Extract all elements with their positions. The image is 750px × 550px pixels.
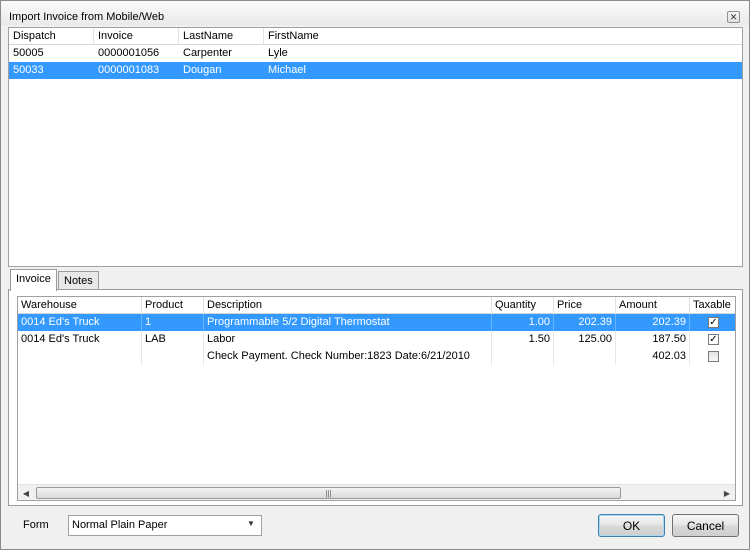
arrow-left-icon: ◀ bbox=[22, 488, 30, 498]
close-icon: ✕ bbox=[729, 11, 738, 22]
column-header-taxable[interactable]: Taxable bbox=[690, 297, 735, 314]
dispatch-list-header: Dispatch Invoice LastName FirstName bbox=[9, 28, 742, 45]
taxable-checkbox[interactable]: ✓ bbox=[708, 334, 719, 345]
window-title: Import Invoice from Mobile/Web bbox=[9, 11, 165, 23]
dispatch-row[interactable]: 50005 0000001056 Carpenter Lyle bbox=[9, 45, 742, 62]
taxable-checkbox[interactable] bbox=[708, 351, 719, 362]
form-label: Form bbox=[23, 519, 49, 531]
title-bar: Import Invoice from Mobile/Web ✕ bbox=[1, 1, 749, 25]
quantity-cell: 1.00 bbox=[492, 314, 554, 331]
quantity-cell bbox=[492, 348, 554, 365]
tab-invoice[interactable]: Invoice bbox=[10, 269, 57, 291]
firstname-cell: Michael bbox=[268, 64, 306, 76]
invoice-line-row[interactable]: Check Payment. Check Number:1823 Date:6/… bbox=[18, 348, 735, 365]
dispatch-cell: 50005 bbox=[13, 47, 44, 59]
amount-cell: 402.03 bbox=[616, 348, 690, 365]
import-invoice-dialog: Import Invoice from Mobile/Web ✕ Dispatc… bbox=[0, 0, 750, 550]
description-cell: Programmable 5/2 Digital Thermostat bbox=[204, 314, 492, 331]
column-header-amount[interactable]: Amount bbox=[616, 297, 690, 314]
invoice-grid-header: Warehouse Product Description Quantity P… bbox=[18, 297, 735, 314]
warehouse-cell: 0014 Ed's Truck bbox=[18, 331, 142, 348]
taxable-checkbox[interactable]: ✓ bbox=[708, 317, 719, 328]
dispatch-cell: 50033 bbox=[13, 64, 44, 76]
price-cell bbox=[554, 348, 616, 365]
description-cell: Check Payment. Check Number:1823 Date:6/… bbox=[204, 348, 492, 365]
column-header-price[interactable]: Price bbox=[554, 297, 616, 314]
warehouse-cell bbox=[18, 348, 142, 365]
column-header-firstname[interactable]: FirstName bbox=[264, 28, 742, 45]
invoice-tab-panel: Warehouse Product Description Quantity P… bbox=[8, 289, 743, 506]
product-cell bbox=[142, 348, 204, 365]
warehouse-cell: 0014 Ed's Truck bbox=[18, 314, 142, 331]
price-cell: 202.39 bbox=[554, 314, 616, 331]
ok-button[interactable]: OK bbox=[598, 514, 665, 537]
tab-notes[interactable]: Notes bbox=[58, 271, 99, 289]
column-header-product[interactable]: Product bbox=[142, 297, 204, 314]
lastname-cell: Dougan bbox=[183, 64, 222, 76]
invoice-line-row-selected[interactable]: 0014 Ed's Truck 1 Programmable 5/2 Digit… bbox=[18, 314, 735, 331]
column-header-invoice[interactable]: Invoice bbox=[94, 28, 179, 45]
firstname-cell: Lyle bbox=[268, 47, 288, 59]
lastname-cell: Carpenter bbox=[183, 47, 232, 59]
scroll-left-button[interactable]: ◀ bbox=[18, 485, 34, 500]
invoice-line-row[interactable]: 0014 Ed's Truck LAB Labor 1.50 125.00 18… bbox=[18, 331, 735, 348]
amount-cell: 202.39 bbox=[616, 314, 690, 331]
column-header-warehouse[interactable]: Warehouse bbox=[18, 297, 142, 314]
column-header-description[interactable]: Description bbox=[204, 297, 492, 314]
arrow-right-icon: ▶ bbox=[723, 488, 731, 498]
chevron-down-icon: ▼ bbox=[247, 519, 255, 528]
product-cell: 1 bbox=[142, 314, 204, 331]
price-cell: 125.00 bbox=[554, 331, 616, 348]
product-cell: LAB bbox=[142, 331, 204, 348]
dispatch-row-selected[interactable]: 50033 0000001083 Dougan Michael bbox=[9, 62, 742, 79]
invoice-line-grid[interactable]: Warehouse Product Description Quantity P… bbox=[17, 296, 736, 501]
cancel-button[interactable]: Cancel bbox=[672, 514, 739, 537]
dispatch-list[interactable]: Dispatch Invoice LastName FirstName 5000… bbox=[8, 27, 743, 267]
scroll-right-button[interactable]: ▶ bbox=[719, 485, 735, 500]
description-cell: Labor bbox=[204, 331, 492, 348]
form-dropdown[interactable]: Normal Plain Paper ▼ bbox=[68, 515, 262, 536]
amount-cell: 187.50 bbox=[616, 331, 690, 348]
quantity-cell: 1.50 bbox=[492, 331, 554, 348]
column-header-dispatch[interactable]: Dispatch bbox=[9, 28, 94, 45]
close-button[interactable]: ✕ bbox=[727, 11, 740, 23]
column-header-quantity[interactable]: Quantity bbox=[492, 297, 554, 314]
form-dropdown-value: Normal Plain Paper bbox=[72, 519, 168, 531]
horizontal-scrollbar[interactable]: ◀ ||| ▶ bbox=[18, 484, 735, 500]
column-header-lastname[interactable]: LastName bbox=[179, 28, 264, 45]
scrollbar-thumb[interactable]: ||| bbox=[36, 487, 621, 499]
invoice-cell: 0000001056 bbox=[98, 47, 160, 59]
grip-icon: ||| bbox=[325, 488, 332, 498]
invoice-cell: 0000001083 bbox=[98, 64, 160, 76]
